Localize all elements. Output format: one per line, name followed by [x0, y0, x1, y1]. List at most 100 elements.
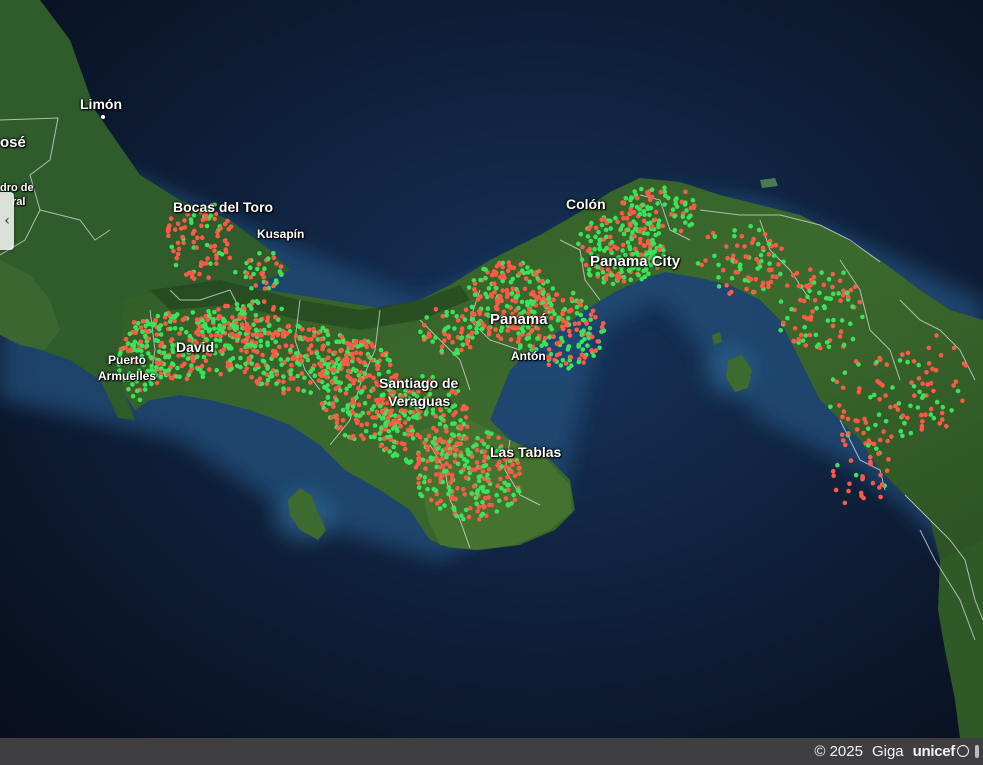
- school-point[interactable]: [725, 255, 730, 261]
- school-point[interactable]: [325, 332, 331, 338]
- school-point[interactable]: [837, 403, 842, 408]
- school-point[interactable]: [442, 439, 447, 445]
- school-point[interactable]: [278, 264, 284, 269]
- school-point[interactable]: [610, 281, 616, 287]
- school-point[interactable]: [527, 343, 533, 349]
- school-point[interactable]: [841, 409, 847, 414]
- school-point[interactable]: [785, 315, 790, 321]
- school-point[interactable]: [567, 328, 572, 334]
- school-point[interactable]: [326, 361, 331, 367]
- school-point[interactable]: [537, 285, 542, 290]
- school-point[interactable]: [830, 271, 835, 277]
- school-point[interactable]: [433, 413, 439, 419]
- school-point[interactable]: [522, 286, 528, 292]
- school-point[interactable]: [387, 411, 392, 416]
- school-point[interactable]: [900, 433, 905, 439]
- school-point[interactable]: [371, 387, 376, 392]
- school-point[interactable]: [897, 358, 903, 363]
- school-point[interactable]: [308, 343, 314, 348]
- school-point[interactable]: [156, 324, 162, 330]
- school-point[interactable]: [908, 403, 913, 409]
- school-point[interactable]: [955, 388, 961, 394]
- school-point[interactable]: [593, 234, 598, 240]
- school-point[interactable]: [170, 347, 175, 352]
- school-point[interactable]: [961, 361, 967, 366]
- school-point[interactable]: [206, 329, 212, 334]
- school-point[interactable]: [853, 359, 859, 364]
- school-point[interactable]: [342, 432, 348, 438]
- school-point[interactable]: [597, 237, 602, 243]
- school-point[interactable]: [337, 388, 343, 393]
- school-point[interactable]: [446, 333, 452, 339]
- school-point[interactable]: [351, 433, 356, 439]
- school-point[interactable]: [821, 282, 827, 288]
- school-point[interactable]: [275, 332, 280, 338]
- school-point[interactable]: [831, 473, 836, 479]
- school-point[interactable]: [199, 363, 205, 369]
- school-point[interactable]: [261, 370, 267, 376]
- school-point[interactable]: [524, 336, 530, 342]
- school-point[interactable]: [510, 286, 516, 292]
- school-point[interactable]: [295, 323, 301, 329]
- school-point[interactable]: [312, 333, 317, 339]
- school-point[interactable]: [825, 318, 831, 323]
- school-point[interactable]: [440, 456, 445, 462]
- school-point[interactable]: [632, 233, 637, 239]
- school-point[interactable]: [379, 393, 385, 398]
- school-point[interactable]: [865, 426, 871, 432]
- school-point[interactable]: [453, 496, 459, 502]
- school-point[interactable]: [821, 304, 827, 309]
- school-point[interactable]: [238, 364, 243, 370]
- school-point[interactable]: [510, 298, 515, 303]
- school-point[interactable]: [319, 373, 325, 379]
- school-point[interactable]: [231, 322, 236, 328]
- school-point[interactable]: [587, 273, 593, 278]
- school-point[interactable]: [213, 337, 219, 343]
- school-point[interactable]: [318, 336, 324, 342]
- school-point[interactable]: [334, 397, 339, 403]
- school-point[interactable]: [554, 292, 560, 297]
- school-point[interactable]: [529, 329, 534, 334]
- school-point[interactable]: [381, 415, 386, 421]
- school-point[interactable]: [370, 415, 376, 420]
- school-point[interactable]: [324, 374, 330, 380]
- school-point[interactable]: [280, 333, 286, 339]
- school-point[interactable]: [515, 460, 521, 466]
- school-point[interactable]: [430, 339, 436, 344]
- school-point[interactable]: [679, 199, 685, 205]
- school-point[interactable]: [779, 246, 784, 251]
- school-point[interactable]: [807, 267, 813, 272]
- school-point[interactable]: [171, 248, 176, 254]
- school-point[interactable]: [218, 327, 223, 333]
- school-point[interactable]: [576, 359, 582, 365]
- school-point[interactable]: [461, 516, 466, 522]
- school-point[interactable]: [381, 436, 387, 442]
- school-point[interactable]: [355, 344, 361, 349]
- school-point[interactable]: [789, 306, 794, 312]
- school-point[interactable]: [272, 314, 278, 320]
- school-point[interactable]: [766, 241, 772, 247]
- school-point[interactable]: [721, 267, 726, 273]
- school-point[interactable]: [394, 453, 400, 458]
- school-point[interactable]: [254, 266, 260, 272]
- school-point[interactable]: [716, 275, 721, 280]
- school-point[interactable]: [175, 312, 180, 317]
- school-point[interactable]: [548, 324, 553, 329]
- school-point[interactable]: [839, 318, 845, 323]
- school-point[interactable]: [582, 336, 587, 342]
- school-point[interactable]: [337, 362, 342, 368]
- school-point[interactable]: [482, 454, 488, 459]
- school-point[interactable]: [197, 324, 203, 329]
- school-point[interactable]: [356, 386, 361, 391]
- school-point[interactable]: [934, 399, 940, 405]
- school-point[interactable]: [288, 376, 294, 381]
- school-point[interactable]: [776, 262, 781, 267]
- school-point[interactable]: [623, 196, 629, 201]
- school-point[interactable]: [472, 281, 478, 287]
- school-point[interactable]: [632, 226, 638, 232]
- school-point[interactable]: [440, 417, 445, 422]
- school-point[interactable]: [486, 286, 492, 291]
- school-point[interactable]: [309, 350, 314, 356]
- school-point[interactable]: [620, 242, 626, 248]
- school-point[interactable]: [905, 359, 910, 365]
